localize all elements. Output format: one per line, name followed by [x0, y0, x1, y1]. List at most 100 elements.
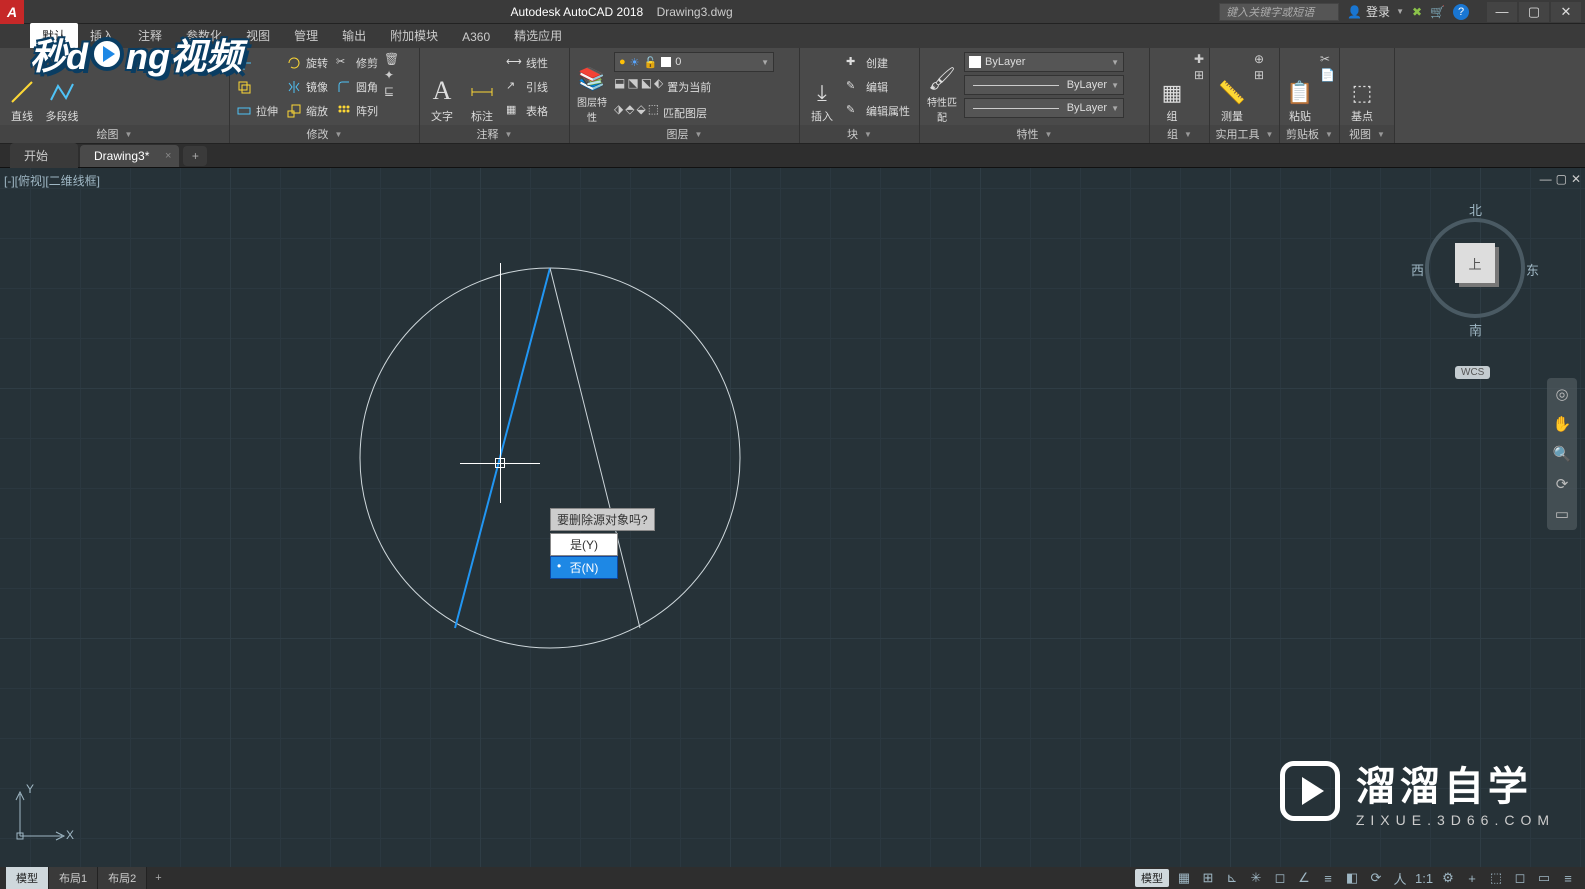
layer-dropdown[interactable]: ● ☀ 🔓 0 ▼: [614, 52, 774, 72]
osnap-toggle-icon[interactable]: ◻: [1271, 870, 1289, 886]
viewcube[interactable]: 上 北 南 东 西 WCS: [1415, 198, 1535, 358]
edit-block-button[interactable]: ✎编辑: [844, 76, 912, 98]
zoom-extents-icon[interactable]: 🔍: [1552, 444, 1572, 464]
insert-block-button[interactable]: ⤓ 插入: [804, 52, 840, 124]
linetype-dropdown[interactable]: ByLayer▼: [964, 98, 1124, 118]
add-layout-button[interactable]: +: [147, 869, 169, 887]
orbit-icon[interactable]: ⟳: [1552, 474, 1572, 494]
viewcube-south[interactable]: 南: [1469, 320, 1482, 339]
cart-icon[interactable]: 🛒: [1430, 5, 1445, 19]
set-current-button[interactable]: 置为当前: [665, 76, 713, 98]
otrack-toggle-icon[interactable]: ∠: [1295, 870, 1313, 886]
rotate-button[interactable]: 旋转: [284, 52, 330, 74]
tab-featured[interactable]: 精选应用: [502, 23, 574, 48]
annotation-scale-icon[interactable]: 人: [1391, 869, 1409, 888]
snap-toggle-icon[interactable]: ⊞: [1199, 870, 1217, 886]
layer-tool-icon[interactable]: ⬕: [641, 76, 652, 98]
cut-icon[interactable]: ✂: [1320, 52, 1335, 66]
clean-screen-icon[interactable]: ▭: [1535, 870, 1553, 886]
hardware-accel-icon[interactable]: ⬚: [1487, 870, 1505, 886]
pan-icon[interactable]: ✋: [1552, 414, 1572, 434]
circle-entity[interactable]: [360, 268, 740, 648]
layer-tool-icon[interactable]: ⬖: [654, 76, 663, 98]
tab-manage[interactable]: 管理: [282, 23, 330, 48]
app-logo-icon[interactable]: A: [0, 0, 24, 24]
tab-a360[interactable]: A360: [450, 26, 502, 48]
annotation-monitor-icon[interactable]: +: [1463, 871, 1481, 886]
leader-button[interactable]: ↗引线: [504, 76, 550, 98]
layer-tool-icon[interactable]: ⬘: [625, 102, 634, 124]
layer-tool-icon[interactable]: ⬔: [627, 76, 638, 98]
isolate-objects-icon[interactable]: ◻: [1511, 870, 1529, 886]
create-block-button[interactable]: ✚创建: [844, 52, 912, 74]
measure-button[interactable]: 📏 测量: [1214, 52, 1250, 124]
trim-button[interactable]: ✂修剪: [334, 52, 380, 74]
viewcube-top-face[interactable]: 上: [1455, 243, 1495, 283]
mirror-button[interactable]: 镜像: [284, 76, 330, 98]
match-layer-button[interactable]: 匹配图层: [661, 102, 709, 124]
group-tool-icon[interactable]: ⊞: [1194, 68, 1204, 82]
offset-icon[interactable]: ⊑: [384, 84, 399, 98]
table-button[interactable]: ▦表格: [504, 100, 550, 122]
color-dropdown[interactable]: ByLayer▼: [964, 52, 1124, 72]
customize-icon[interactable]: ≡: [1559, 871, 1577, 886]
tab-model-space[interactable]: 模型: [6, 867, 49, 889]
fillet-button[interactable]: 圆角: [334, 76, 380, 98]
help-icon[interactable]: ?: [1453, 4, 1469, 20]
ortho-toggle-icon[interactable]: ⊾: [1223, 870, 1241, 886]
close-button[interactable]: ✕: [1551, 2, 1581, 22]
layer-tool-icon[interactable]: ⬓: [614, 76, 625, 98]
group-tool-icon[interactable]: ✚: [1194, 52, 1204, 66]
grid-toggle-icon[interactable]: ▦: [1175, 870, 1193, 886]
wcs-badge[interactable]: WCS: [1455, 366, 1490, 379]
group-button[interactable]: ▦ 组: [1154, 52, 1190, 124]
text-button[interactable]: A 文字: [424, 52, 460, 124]
exchange-icon[interactable]: ✖: [1412, 5, 1422, 19]
viewport-close-icon[interactable]: ✕: [1571, 172, 1581, 186]
layer-tool-icon[interactable]: ⬗: [614, 102, 623, 124]
viewport-label[interactable]: [-][俯视][二维线框]: [4, 172, 100, 189]
match-properties-button[interactable]: 🖌 特性匹配: [924, 52, 960, 124]
dimension-button[interactable]: 标注: [464, 52, 500, 124]
base-button[interactable]: ⬚ 基点: [1344, 52, 1380, 124]
prompt-option-no[interactable]: 否(N): [550, 556, 618, 579]
maximize-button[interactable]: ▢: [1519, 2, 1549, 22]
edit-attr-button[interactable]: ✎编辑属性: [844, 100, 912, 122]
layer-tool-icon[interactable]: ⬚: [648, 102, 659, 124]
viewcube-east[interactable]: 东: [1526, 260, 1539, 279]
workspace-icon[interactable]: ⚙: [1439, 870, 1457, 886]
scale-ratio[interactable]: 1:1: [1415, 871, 1433, 886]
viewport-restore-icon[interactable]: ▢: [1556, 172, 1567, 186]
tab-layout1[interactable]: 布局1: [49, 867, 98, 889]
viewcube-west[interactable]: 西: [1411, 260, 1424, 279]
close-tab-icon[interactable]: ×: [165, 150, 171, 162]
polar-toggle-icon[interactable]: ✳: [1247, 870, 1265, 886]
new-tab-button[interactable]: +: [183, 146, 207, 166]
array-button[interactable]: 阵列: [334, 100, 380, 122]
lineweight-dropdown[interactable]: ByLayer▼: [964, 75, 1124, 95]
ucs-icon[interactable]: Y X: [10, 786, 70, 846]
util-tool-icon[interactable]: ⊞: [1254, 68, 1264, 82]
viewport-minimize-icon[interactable]: —: [1540, 172, 1552, 186]
steering-wheel-icon[interactable]: ◎: [1552, 384, 1572, 404]
status-model-badge[interactable]: 模型: [1135, 869, 1169, 887]
login-button[interactable]: 👤 登录 ▼: [1347, 3, 1404, 20]
erase-icon[interactable]: 🗑: [384, 52, 399, 66]
linear-button[interactable]: ⟷线性: [504, 52, 550, 74]
lineweight-toggle-icon[interactable]: ≡: [1319, 871, 1337, 886]
tab-layout2[interactable]: 布局2: [98, 867, 147, 889]
tab-output[interactable]: 输出: [330, 23, 378, 48]
tab-start[interactable]: 开始: [10, 143, 78, 168]
paste-button[interactable]: 📋 粘贴: [1284, 52, 1316, 124]
selected-line-entity[interactable]: [455, 268, 550, 628]
scale-button[interactable]: 缩放: [284, 100, 330, 122]
showmotion-icon[interactable]: ▭: [1552, 504, 1572, 524]
transparency-toggle-icon[interactable]: ◧: [1343, 870, 1361, 886]
tab-drawing3[interactable]: Drawing3*×: [80, 145, 179, 167]
layer-tool-icon[interactable]: ⬙: [636, 102, 645, 124]
drawing-canvas[interactable]: [-][俯视][二维线框] — ▢ ✕ 上 北 南 东 西 WCS ◎ ✋ 🔍 …: [0, 168, 1585, 868]
cycling-toggle-icon[interactable]: ⟳: [1367, 870, 1385, 886]
minimize-button[interactable]: —: [1487, 2, 1517, 22]
layer-properties-button[interactable]: 📚 图层特性: [574, 52, 610, 124]
copy-clip-icon[interactable]: 📄: [1320, 68, 1335, 82]
